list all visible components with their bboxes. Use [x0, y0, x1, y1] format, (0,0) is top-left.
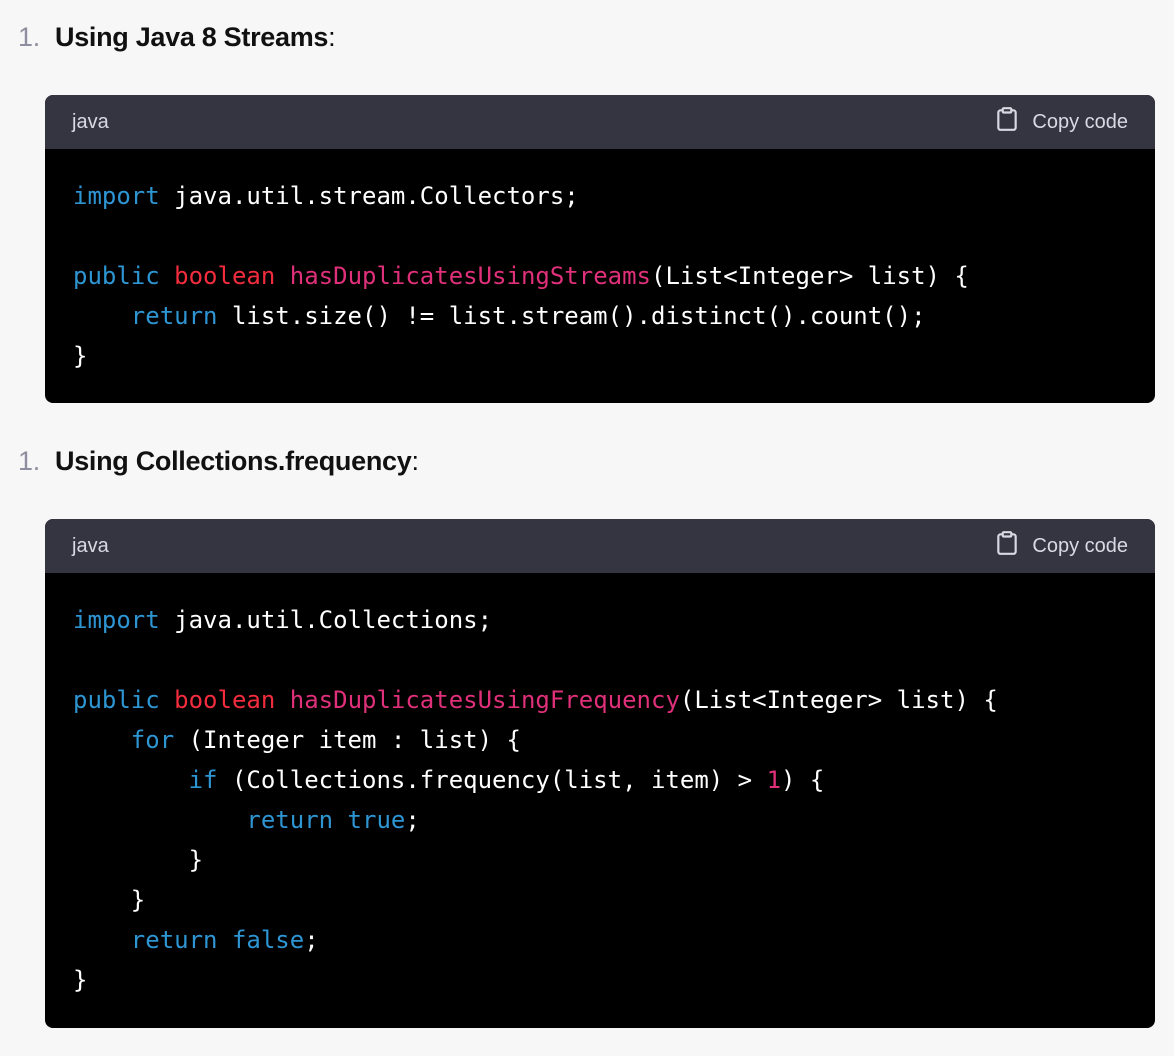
copy-code-button[interactable]: Copy code: [994, 530, 1128, 562]
code-token: }: [73, 846, 204, 874]
list-item-text: Using Java 8 Streams:: [55, 22, 336, 53]
code-token-kw: true: [347, 806, 406, 834]
code-token: (Collections.frequency(list, item) >: [217, 766, 767, 794]
code-line: public boolean hasDuplicatesUsingFrequen…: [73, 680, 1127, 720]
code-line: ​: [73, 640, 1127, 680]
clipboard-icon: [994, 530, 1020, 562]
copy-code-button[interactable]: Copy code: [994, 106, 1128, 138]
code-line: public boolean hasDuplicatesUsingStreams…: [73, 256, 1127, 296]
code-line: if (Collections.frequency(list, item) > …: [73, 760, 1127, 800]
list-number: 1.: [18, 22, 40, 52]
code-token-kw: public: [73, 686, 160, 714]
code-language-label: java: [72, 110, 109, 133]
code-line: }: [73, 960, 1127, 1000]
code-header: java Copy code: [45, 95, 1155, 149]
list-number: 1.: [18, 446, 40, 476]
code-token-ty: boolean: [174, 262, 276, 290]
code-token: (Integer item : list) {: [174, 726, 521, 754]
copy-code-label: Copy code: [1032, 110, 1128, 133]
code-token: }: [73, 886, 146, 914]
code-token-kw: return: [246, 806, 334, 834]
code-line: return true;: [73, 800, 1127, 840]
code-token-fn: hasDuplicatesUsingStreams: [289, 262, 651, 290]
code-line: import java.util.Collections;: [73, 600, 1127, 640]
code-content: import java.util.stream.Collectors;​publ…: [45, 149, 1155, 400]
code-token-kw: import: [73, 606, 160, 634]
list-item-text: Using Collections.frequency:: [55, 446, 419, 477]
list-item-title: Using Java 8 Streams: [55, 22, 329, 52]
code-block: java Copy code import java.util.stream.C…: [45, 95, 1155, 403]
code-token-kw: return: [130, 926, 218, 954]
code-header: java Copy code: [45, 519, 1155, 573]
code-token: }: [73, 966, 88, 994]
code-token-kw: for: [130, 726, 175, 754]
code-line: for (Integer item : list) {: [73, 720, 1127, 760]
code-content: import java.util.Collections;​public boo…: [45, 573, 1155, 1024]
code-token: (List<Integer> list) {: [679, 686, 998, 714]
list-item-suffix: :: [411, 446, 419, 476]
code-line: return false;: [73, 920, 1127, 960]
code-token: list.size() != list.stream().distinct().…: [217, 302, 926, 330]
code-line: }: [73, 880, 1127, 920]
code-token-kw: public: [73, 262, 160, 290]
code-line: ​: [73, 216, 1127, 256]
code-token: (List<Integer> list) {: [651, 262, 969, 290]
code-token-kw: if: [188, 766, 218, 794]
code-line: import java.util.stream.Collectors;: [73, 176, 1127, 216]
code-line: }: [73, 336, 1127, 376]
code-token-kw: return: [130, 302, 218, 330]
code-line: return list.size() != list.stream().dist…: [73, 296, 1127, 336]
copy-code-label: Copy code: [1032, 534, 1128, 557]
code-block: java Copy code import java.util.Collecti…: [45, 519, 1155, 1028]
code-token-kw: import: [73, 182, 160, 210]
code-language-label: java: [72, 534, 109, 557]
code-token: ) {: [781, 766, 825, 794]
clipboard-icon: [994, 106, 1020, 138]
code-token-ty: boolean: [174, 686, 276, 714]
code-token-kw: false: [231, 926, 305, 954]
list-item-suffix: :: [328, 22, 336, 52]
code-token: ;: [304, 926, 319, 954]
code-line: }: [73, 840, 1127, 880]
code-token: java.util.Collections;: [159, 606, 493, 634]
list-item-title: Using Collections.frequency: [55, 446, 412, 476]
code-token-fn: hasDuplicatesUsingFrequency: [289, 686, 680, 714]
code-token-nm: 1: [766, 766, 782, 794]
code-token: java.util.stream.Collectors;: [159, 182, 579, 210]
code-token: }: [73, 342, 88, 370]
code-token: ;: [405, 806, 420, 834]
